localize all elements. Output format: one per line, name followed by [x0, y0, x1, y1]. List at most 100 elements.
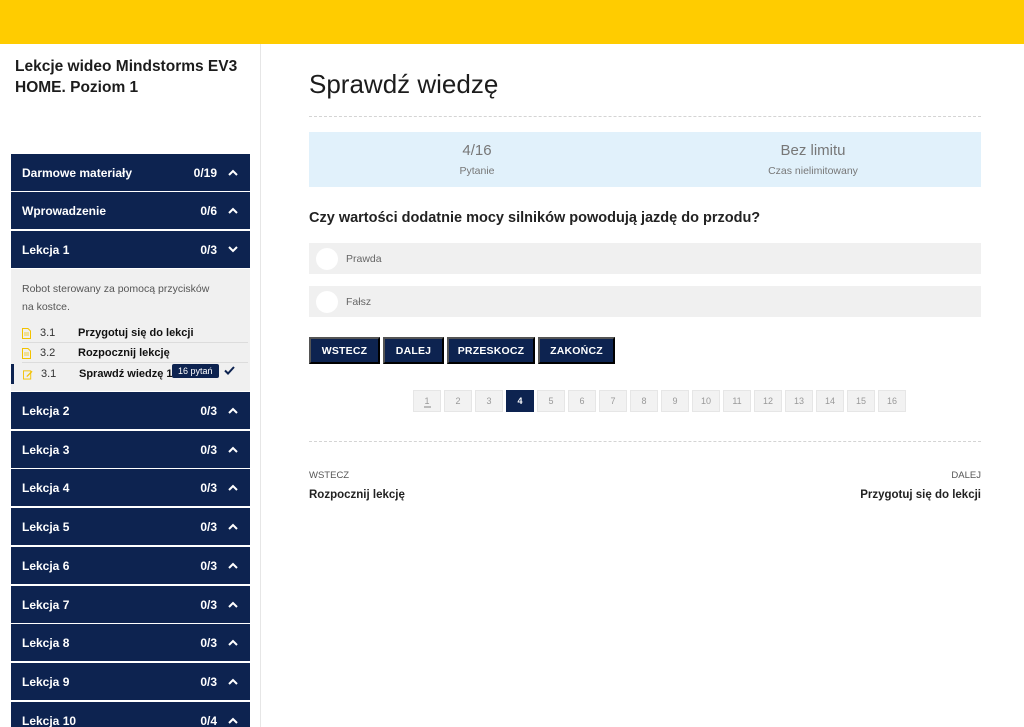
lesson-item-quiz[interactable]: 3.1 Sprawdź wiedzę 1 16 pytań: [11, 364, 250, 384]
quiz-info-box: 4/16 Pytanie Bez limitu Czas nielimitowa…: [309, 132, 981, 187]
page-title: Sprawdź wiedzę: [309, 69, 499, 99]
section-label: Lekcja 1: [22, 242, 70, 257]
chevron-up-icon[interactable]: [227, 637, 239, 649]
page-button-12[interactable]: 12: [754, 390, 782, 412]
sidebar-section-0[interactable]: Darmowe materiały 0/19: [11, 154, 250, 191]
section-progress: 0/3: [200, 480, 217, 495]
section-label: Lekcja 10: [22, 713, 77, 727]
lesson-item-title: Przygotuj się do lekcji: [78, 327, 194, 339]
prev-lesson-link[interactable]: Rozpocznij lekcję: [309, 489, 405, 501]
section-label: Lekcja 4: [22, 480, 70, 495]
question-counter-label: Pytanie: [459, 165, 495, 177]
question-counter-value: 4/16: [462, 142, 492, 159]
quiz-buttons: WSTECZ DALEJ PRZESKOCZ ZAKOŃCZ: [309, 337, 618, 364]
document-icon: [22, 347, 32, 359]
section-progress: 0/19: [193, 165, 217, 180]
time-limit-label: Czas nielimitowany: [768, 165, 858, 177]
time-limit: Bez limitu Czas nielimitowany: [645, 132, 981, 187]
chevron-up-icon[interactable]: [227, 599, 239, 611]
answer-label: Prawda: [346, 252, 382, 265]
chevron-up-icon[interactable]: [227, 405, 239, 417]
lesson-item-number: 3.2: [40, 347, 56, 359]
chevron-up-icon[interactable]: [227, 560, 239, 572]
answer-label: Fałsz: [346, 295, 372, 308]
page-button-2[interactable]: 2: [444, 390, 472, 412]
section-label: Wprowadzenie: [22, 203, 107, 218]
page-button-16[interactable]: 16: [878, 390, 906, 412]
radio-button[interactable]: [316, 247, 338, 270]
chevron-up-icon[interactable]: [227, 715, 239, 727]
lesson-item-title: Rozpocznij lekcję: [78, 347, 170, 359]
section-progress: 0/3: [200, 242, 217, 257]
section-progress: 0/3: [200, 674, 217, 689]
page-button-8[interactable]: 8: [630, 390, 658, 412]
page-button-6[interactable]: 6: [568, 390, 596, 412]
section-progress: 0/6: [200, 203, 217, 218]
section-label: Lekcja 6: [22, 558, 70, 573]
lesson-item-number: 3.1: [40, 327, 56, 339]
radio-button[interactable]: [316, 290, 338, 313]
page-button-4[interactable]: 4: [506, 390, 534, 412]
answer-option-true[interactable]: Prawda: [309, 243, 981, 274]
sidebar-section-10[interactable]: Lekcja 9 0/3: [11, 663, 250, 700]
page-button-13[interactable]: 13: [785, 390, 813, 412]
page-button-14[interactable]: 14: [816, 390, 844, 412]
chevron-up-icon[interactable]: [227, 444, 239, 456]
chevron-up-icon[interactable]: [227, 676, 239, 688]
sidebar-section-7[interactable]: Lekcja 6 0/3: [11, 547, 250, 584]
page-button-9[interactable]: 9: [661, 390, 689, 412]
document-icon: [22, 327, 32, 339]
chevron-down-icon[interactable]: [227, 244, 239, 256]
time-limit-value: Bez limitu: [780, 142, 846, 159]
sidebar-section-5[interactable]: Lekcja 4 0/3: [11, 469, 250, 506]
back-button[interactable]: WSTECZ: [309, 337, 380, 364]
page-button-15[interactable]: 15: [847, 390, 875, 412]
lesson-1-panel: Robot sterowany za pomocą przycisków na …: [11, 269, 250, 391]
lesson-item-number: 3.1: [41, 368, 57, 380]
section-progress: 0/3: [200, 519, 217, 534]
lesson-item-start[interactable]: 3.2 Rozpocznij lekcję: [11, 343, 250, 363]
page-button-11[interactable]: 11: [723, 390, 751, 412]
sidebar-section-11[interactable]: Lekcja 10 0/4: [11, 702, 250, 727]
chevron-up-icon[interactable]: [227, 521, 239, 533]
next-button[interactable]: DALEJ: [383, 337, 444, 364]
page-button-3[interactable]: 3: [475, 390, 503, 412]
section-progress: 0/3: [200, 597, 217, 612]
section-label: Darmowe materiały: [22, 165, 133, 180]
page-button-10[interactable]: 10: [692, 390, 720, 412]
sidebar-section-6[interactable]: Lekcja 5 0/3: [11, 508, 250, 545]
sidebar-section-1[interactable]: Wprowadzenie 0/6: [11, 192, 250, 229]
check-icon: [224, 366, 235, 378]
section-label: Lekcja 8: [22, 635, 70, 650]
divider: [309, 116, 981, 117]
section-label: Lekcja 2: [22, 403, 70, 418]
question-pager: 1 2 3 4 5 6 7 8 9 10 11 12 13 14 15 16: [413, 390, 909, 412]
lesson-item-prepare[interactable]: 3.1 Przygotuj się do lekcji: [11, 323, 250, 343]
lesson-item-title: Sprawdź wiedzę 1: [79, 368, 173, 380]
finish-button[interactable]: ZAKOŃCZ: [538, 337, 615, 364]
section-label: Lekcja 9: [22, 674, 70, 689]
section-progress: 0/3: [200, 442, 217, 457]
answer-option-false[interactable]: Fałsz: [309, 286, 981, 317]
question-count-badge: 16 pytań: [172, 364, 219, 378]
section-label: Lekcja 3: [22, 442, 70, 457]
course-title: Lekcje wideo Mindstorms EV3 HOME. Poziom…: [15, 58, 238, 96]
sidebar-section-4[interactable]: Lekcja 3 0/3: [11, 431, 250, 468]
chevron-up-icon[interactable]: [227, 167, 239, 179]
lesson-description: Robot sterowany za pomocą przycisków na …: [22, 283, 210, 313]
question-text: Czy wartości dodatnie mocy silników powo…: [309, 210, 761, 226]
section-label: Lekcja 5: [22, 519, 70, 534]
chevron-up-icon[interactable]: [227, 205, 239, 217]
next-lesson-link[interactable]: Przygotuj się do lekcji: [860, 489, 981, 501]
sidebar-section-9[interactable]: Lekcja 8 0/3: [11, 624, 250, 661]
top-bar: [0, 0, 1024, 44]
section-progress: 0/4: [200, 713, 217, 727]
page-button-7[interactable]: 7: [599, 390, 627, 412]
page-button-5[interactable]: 5: [537, 390, 565, 412]
sidebar-section-2[interactable]: Lekcja 1 0/3: [11, 231, 250, 268]
chevron-up-icon[interactable]: [227, 482, 239, 494]
skip-button[interactable]: PRZESKOCZ: [447, 337, 535, 364]
sidebar-section-3[interactable]: Lekcja 2 0/3: [11, 392, 250, 429]
sidebar-section-8[interactable]: Lekcja 7 0/3: [11, 586, 250, 623]
page-button-1[interactable]: 1: [413, 390, 441, 412]
